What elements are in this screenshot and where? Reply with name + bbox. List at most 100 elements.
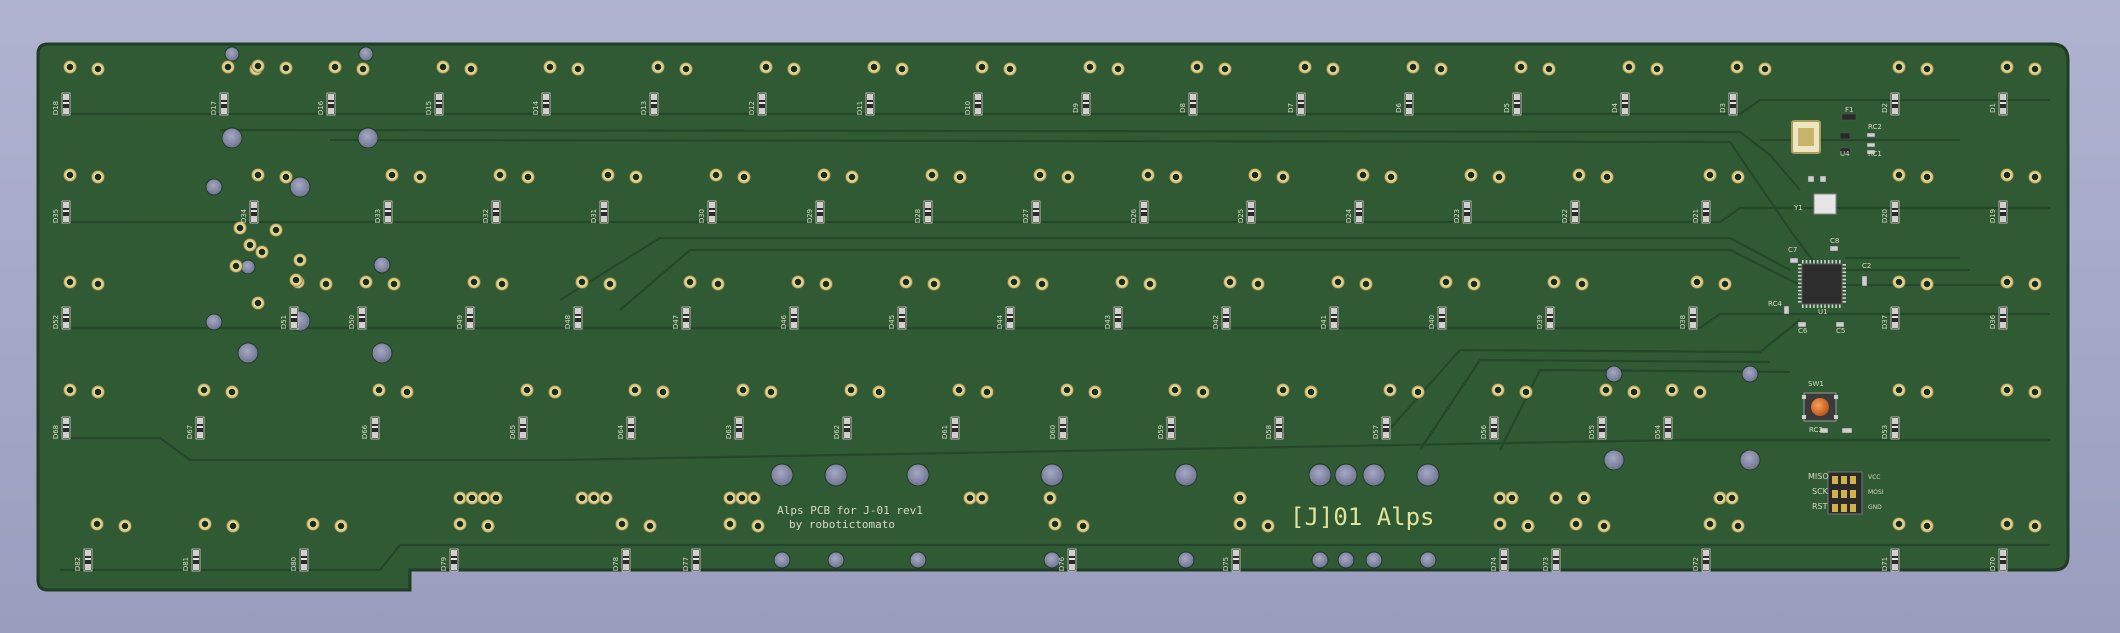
switch-pad — [1223, 275, 1237, 289]
diode-label: D38 — [1679, 315, 1687, 329]
pcb-render[interactable]: D18 D17 D16 D15 D14 D13 D12 D11 D10 D9 D8 D7 D6 D5 D4 D… — [0, 0, 2120, 633]
label-rc2: RC2 — [1868, 123, 1882, 131]
switch-pad — [1251, 277, 1265, 291]
smd-part — [1841, 113, 1857, 121]
switch-pad — [1892, 60, 1906, 74]
diode-label: D47 — [672, 315, 680, 329]
smd-part — [1839, 132, 1851, 140]
diode-label: D14 — [532, 100, 540, 115]
mounting-hole — [237, 342, 259, 364]
switch-pad — [221, 60, 235, 74]
reset-button — [1802, 392, 1838, 422]
board-logo: [J]01 Alps — [1290, 503, 1435, 531]
switch-pad — [1690, 275, 1704, 289]
diode-label: D21 — [1692, 209, 1700, 223]
switch-pad — [543, 60, 557, 74]
diode-label: D51 — [280, 315, 288, 329]
diode-label: D66 — [361, 424, 369, 439]
switch-pad — [197, 383, 211, 397]
switch-pad — [1920, 519, 1934, 533]
switch-pad — [269, 223, 283, 237]
switch-pad — [1003, 62, 1017, 76]
switch-pad — [1572, 168, 1586, 182]
label-mcu: U1 — [1818, 308, 1828, 316]
switch-pad — [601, 168, 615, 182]
switch-pad — [359, 275, 373, 289]
diode-label: D72 — [1692, 557, 1700, 571]
switch-pad — [413, 170, 427, 184]
diode-label: D13 — [640, 101, 648, 115]
switch-pad — [1248, 168, 1262, 182]
diode-label: D68 — [52, 425, 60, 439]
switch-pad — [90, 517, 104, 531]
diode-label: D50 — [348, 315, 356, 329]
switch-pad — [489, 491, 503, 505]
mounting-hole — [205, 313, 223, 331]
mounting-hole — [1739, 449, 1761, 471]
diode-label: D37 — [1881, 315, 1889, 329]
switch-pad — [520, 383, 534, 397]
mounting-hole — [1416, 463, 1440, 487]
switch-pad — [975, 491, 989, 505]
switch-pad — [306, 517, 320, 531]
mounting-hole — [1334, 463, 1358, 487]
mcu-chip — [1798, 260, 1846, 308]
switch-pad — [251, 168, 265, 182]
isp-label-mosi: MOSI — [1868, 489, 1884, 496]
diode-label: D30 — [698, 209, 706, 223]
smd-part — [1783, 305, 1790, 315]
switch-pad — [980, 385, 994, 399]
diode-label: D19 — [1989, 209, 1997, 223]
diode-label: D6 — [1395, 103, 1403, 113]
switch-pad — [819, 277, 833, 291]
isp-label-sck: SCK — [1812, 487, 1829, 496]
switch-pad — [436, 60, 450, 74]
diode-label: D67 — [186, 425, 194, 439]
switch-pad — [1384, 170, 1398, 184]
switch-pad — [465, 491, 479, 505]
diode-label: D43 — [1104, 315, 1112, 329]
pcb-3d-viewport[interactable]: D18 D17 D16 D15 D14 D13 D12 D11 D10 D9 D8 D7 D6 D5 D4 D… — [0, 0, 2120, 633]
switch-pad — [599, 491, 613, 505]
switch-pad — [1521, 519, 1535, 533]
switch-pad — [1542, 62, 1556, 76]
switch-pad — [328, 60, 342, 74]
label-cap-c6: C6 — [1798, 327, 1808, 335]
diode-label: D1 — [1989, 103, 1997, 113]
switch-pad — [1356, 168, 1370, 182]
switch-pad — [279, 170, 293, 184]
switch-pad — [293, 253, 307, 267]
diode-label: D5 — [1503, 103, 1511, 113]
switch-pad — [1892, 275, 1906, 289]
switch-pad — [1035, 277, 1049, 291]
switch-pad — [787, 62, 801, 76]
switch-pad — [751, 519, 765, 533]
diode-label: D77 — [682, 557, 690, 571]
switch-pad — [651, 60, 665, 74]
switch-pad — [1190, 60, 1204, 74]
label-crystal: Y1 — [1793, 204, 1803, 212]
switch-pad — [1233, 491, 1247, 505]
switch-pad — [2000, 517, 2014, 531]
diode-label: D18 — [52, 101, 60, 115]
smd-part — [1866, 142, 1876, 148]
diode-label: D71 — [1881, 557, 1889, 571]
switch-pad — [1061, 170, 1075, 184]
mounting-hole — [824, 463, 848, 487]
label-cap-c8: C8 — [1830, 237, 1839, 245]
switch-pad — [656, 385, 670, 399]
mounting-hole — [358, 46, 374, 62]
switch-pad — [872, 385, 886, 399]
diode-label: D16 — [317, 100, 325, 115]
switch-pad — [709, 168, 723, 182]
label-switch: SW1 — [1808, 380, 1824, 388]
diode-label: D32 — [482, 209, 490, 223]
diode-label: D26 — [1130, 208, 1138, 223]
label-fuse: F1 — [1845, 106, 1853, 114]
switch-pad — [1892, 517, 1906, 531]
diode-label: D23 — [1453, 209, 1461, 223]
switch-pad — [1492, 170, 1506, 184]
switch-pad — [521, 170, 535, 184]
diode-label: D58 — [1265, 425, 1273, 439]
diode-label: D27 — [1022, 209, 1030, 223]
